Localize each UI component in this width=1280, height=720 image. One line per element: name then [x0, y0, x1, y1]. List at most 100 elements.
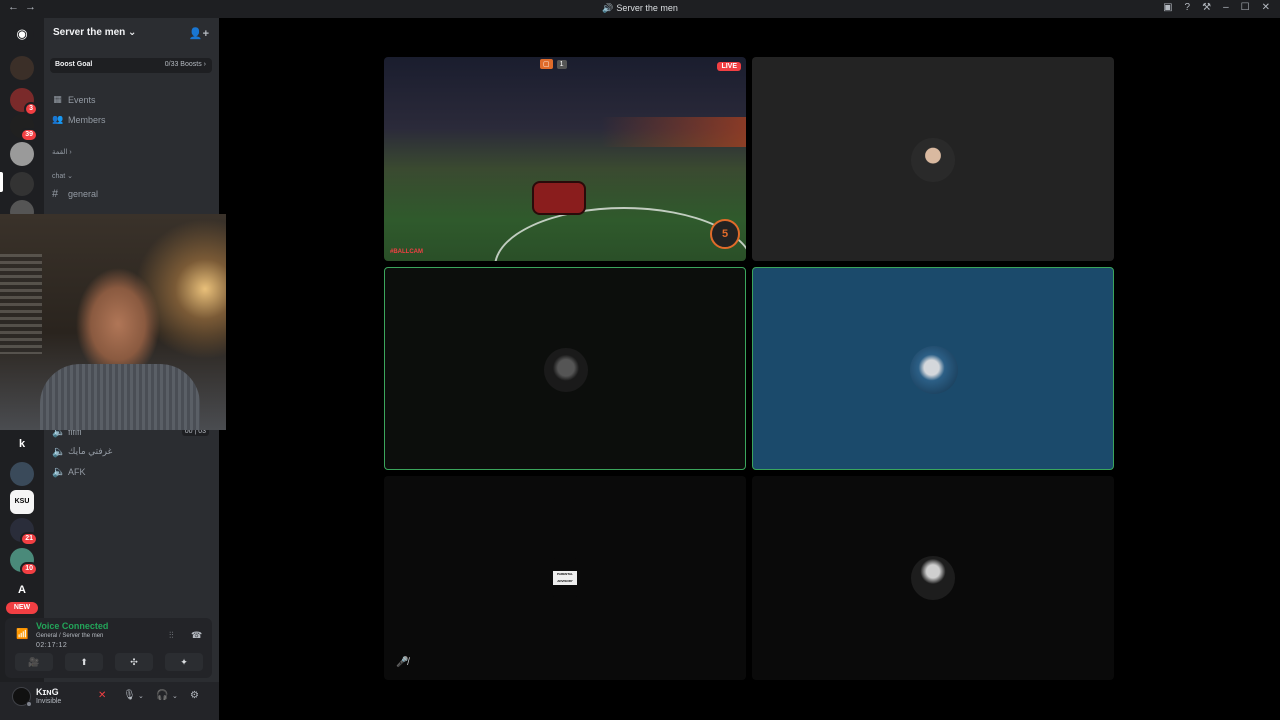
camera-off-button[interactable]: 🎥 [15, 653, 53, 671]
avatar [911, 556, 955, 600]
server-icon[interactable]: 3 [10, 88, 38, 116]
avatar [544, 348, 588, 392]
inbox-icon[interactable]: ▣ [1163, 2, 1172, 13]
calendar-icon: ▦ [53, 94, 62, 104]
camera-off-icon[interactable]: ✕ [98, 690, 106, 701]
noise-suppression-icon[interactable]: ⫶⫶ [169, 630, 174, 641]
update-icon[interactable]: ⚒ [1202, 2, 1211, 13]
window-controls: ▣ ? ⚒ – ☐ ✕ [1163, 2, 1270, 13]
signal-icon[interactable]: 📶 [16, 629, 28, 640]
server-icon[interactable]: A [10, 578, 34, 602]
events-label: Events [68, 94, 96, 105]
game-car [534, 183, 584, 213]
avatar: PARENTAL ADVISORY [543, 556, 587, 600]
title-bar: ←→ 🔊 Server the men ▣ ? ⚒ – ☐ ✕ [0, 0, 1280, 18]
parental-advisory-label: PARENTAL ADVISORY [553, 571, 577, 585]
channel-general[interactable]: # general [52, 188, 98, 200]
voice-channel[interactable]: 🔈 غرفتي مايك [52, 445, 112, 458]
boost-goal[interactable]: Boost Goal 0/33 Boosts › [50, 58, 212, 73]
server-icon[interactable] [10, 462, 34, 486]
server-name: Server the men [53, 27, 126, 38]
hud-score: 1 [556, 60, 567, 69]
status-indicator [26, 701, 32, 707]
muted-mic-icon: 🎤̸ [396, 657, 409, 668]
mention-badge: 21 [20, 532, 38, 546]
disconnect-icon[interactable]: ☎ [191, 630, 202, 641]
server-icon[interactable] [10, 142, 34, 166]
live-badge: LIVE [717, 62, 741, 71]
speaker-icon: 🔈 [52, 466, 66, 478]
chevron-down-icon[interactable]: ⌄ [172, 692, 178, 700]
hash-icon: # [52, 188, 59, 200]
category-label: chat [52, 173, 66, 180]
server-icon[interactable]: 10 [10, 548, 38, 576]
voice-icon: 🔊 [602, 3, 614, 13]
close-icon[interactable]: ✕ [1262, 2, 1270, 13]
voice-channel-afk[interactable]: 🔈 AFK [52, 465, 86, 478]
headphones-icon[interactable]: 🎧 [156, 690, 168, 701]
new-badge: NEW [6, 602, 38, 614]
chevron-right-icon: › [203, 61, 206, 68]
avatar [911, 138, 955, 182]
events-link[interactable]: ▦ Events [52, 94, 96, 105]
camera-subject [40, 364, 200, 430]
category-header[interactable]: القمة › [52, 148, 72, 156]
chevron-down-icon: ⌄ [128, 27, 137, 38]
voice-status[interactable]: Voice Connected [36, 621, 108, 631]
soundboard-button[interactable]: ✦ [165, 653, 203, 671]
window-title: 🔊 Server the men [0, 3, 1280, 14]
minimize-icon[interactable]: – [1223, 2, 1229, 13]
category-label: القمة [52, 149, 68, 156]
field-line [494, 207, 746, 261]
server-icon[interactable]: 39 [10, 114, 38, 142]
help-icon[interactable]: ? [1185, 2, 1191, 13]
ballcam-label: #BALLCAM [390, 249, 423, 255]
camera-background [0, 254, 42, 354]
hud-orange-icon: ▢ [540, 59, 553, 69]
user-display-name[interactable]: KɪɴG [36, 687, 59, 697]
server-icon[interactable] [10, 172, 34, 196]
server-header[interactable]: Server the men ⌄ 👤+ [44, 18, 219, 52]
channel-label: AFK [68, 466, 86, 477]
avatar [910, 346, 958, 394]
selected-server-pill [0, 172, 3, 192]
members-label: Members [68, 114, 106, 125]
boost-count-text: 0/33 Boosts [164, 61, 202, 68]
invite-icon[interactable]: 👤+ [189, 27, 209, 40]
activities-button[interactable]: ✣ [115, 653, 153, 671]
microphone-icon[interactable]: 🎙 [123, 690, 136, 701]
maximize-icon[interactable]: ☐ [1241, 2, 1250, 13]
voice-elapsed: 02:17:12 [36, 642, 68, 649]
server-icon[interactable] [10, 56, 34, 80]
mention-badge: 10 [20, 562, 38, 576]
channel-label: غرفتي مايك [68, 446, 113, 456]
members-icon: 👥 [52, 114, 64, 124]
participant-tile[interactable]: PARENTAL ADVISORY 🎤̸ [384, 476, 746, 680]
speaker-icon: 🔈 [52, 446, 66, 458]
voice-connection-panel: 📶 Voice Connected General / Server the m… [5, 618, 212, 678]
discord-home-icon[interactable]: ◉ [10, 22, 34, 46]
category-header[interactable]: chat ⌄ [52, 172, 73, 180]
boost-goal-label: Boost Goal [55, 61, 93, 68]
members-link[interactable]: 👥 Members [52, 114, 106, 125]
window-title-text: Server the men [616, 3, 678, 13]
user-status: Invisible [36, 698, 62, 705]
self-camera-popout[interactable] [0, 214, 226, 430]
voice-location[interactable]: General / Server the men [36, 633, 103, 639]
boost-meter: 5 [710, 219, 740, 249]
participant-tile-speaking[interactable] [384, 267, 746, 470]
user-panel: KɪɴG Invisible ✕ 🎙 ⌄ 🎧 ⌄ ⚙ [0, 682, 219, 720]
server-icon[interactable]: KSU [10, 490, 34, 514]
participant-tile[interactable] [752, 57, 1114, 261]
gear-icon[interactable]: ⚙ [190, 690, 199, 701]
channel-label: general [68, 189, 99, 199]
participant-tile[interactable] [752, 476, 1114, 680]
participant-tile-speaking[interactable] [752, 267, 1114, 470]
boost-count: 0/33 Boosts › [165, 61, 206, 68]
chevron-down-icon[interactable]: ⌄ [138, 692, 144, 700]
server-icon[interactable]: k [10, 432, 34, 456]
server-icon[interactable]: 21 [10, 518, 38, 546]
screen-share-button[interactable]: ⬆ [65, 653, 103, 671]
stream-tile[interactable]: ▢ 1 LIVE 5 #BALLCAM [384, 57, 746, 261]
game-hud: ▢ 1 [540, 59, 571, 69]
